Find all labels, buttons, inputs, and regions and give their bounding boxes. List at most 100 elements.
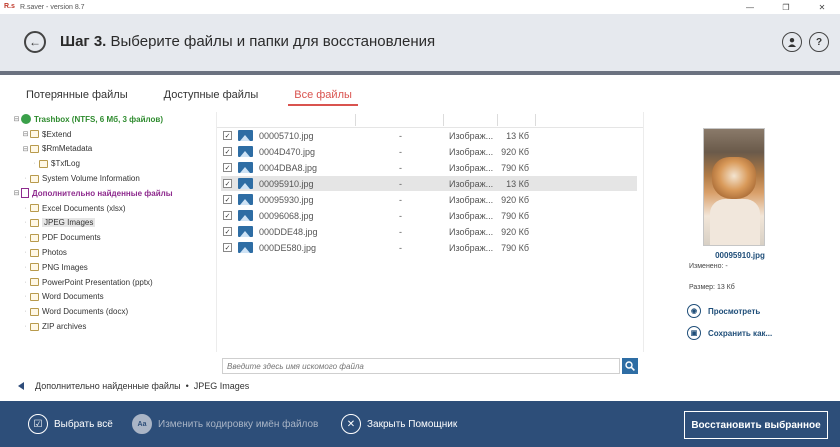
tab-available-files[interactable]: Доступные файлы (158, 84, 265, 106)
image-file-icon (238, 146, 253, 157)
tab-lost-files[interactable]: Потерянные файлы (20, 84, 134, 106)
column-divider[interactable] (497, 114, 498, 126)
save-as-button[interactable]: ▣ Сохранить как... (687, 326, 772, 340)
close-wizard-button[interactable]: ✕ Закрыть Помощник (341, 414, 457, 434)
breadcrumb-back-icon[interactable] (18, 382, 24, 390)
file-checkbox[interactable]: ✓ (223, 147, 232, 156)
preview-size: Размер: 13 Кб (689, 284, 735, 291)
file-name: 00005710.jpg (259, 130, 314, 141)
file-list-header (217, 112, 643, 128)
tree-item-found-category[interactable]: · Word Documents (docx) (12, 304, 212, 319)
file-name: 00095930.jpg (259, 194, 314, 205)
file-filter-tabs: Потерянные файлы Доступные файлы Все фай… (20, 84, 382, 106)
file-row[interactable]: ✓ 00095930.jpg - Изображ... 920 Кб (221, 192, 637, 207)
tree-item-found-category[interactable]: · ZIP archives (12, 319, 212, 334)
file-row[interactable]: ✓ 00005710.jpg - Изображ... 13 Кб (221, 128, 637, 143)
tree-item-found-category[interactable]: · Excel Documents (xlsx) (12, 201, 212, 216)
tab-all-files[interactable]: Все файлы (288, 84, 358, 106)
search-input[interactable] (222, 358, 620, 374)
folder-icon (39, 159, 48, 168)
collapse-icon[interactable]: ⊟ (21, 130, 30, 138)
select-all-icon: ☑ (28, 414, 48, 434)
file-checkbox[interactable]: ✓ (223, 227, 232, 236)
column-divider[interactable] (355, 114, 356, 126)
file-checkbox[interactable]: ✓ (223, 179, 232, 188)
wizard-header: ← Шаг 3. Выберите файлы и папки для восс… (0, 14, 840, 71)
tree-item-label: PDF Documents (42, 233, 101, 243)
file-row[interactable]: ✓ 00095910.jpg - Изображ... 13 Кб (221, 176, 637, 191)
file-checkbox[interactable]: ✓ (223, 163, 232, 172)
change-encoding-button[interactable]: Aa Изменить кодировку имён файлов (132, 414, 318, 434)
user-icon[interactable] (782, 32, 802, 52)
tree-item-trashbox[interactable]: ⊟ Trashbox (NTFS, 6 Мб, 3 файлов) (12, 112, 212, 127)
breadcrumb-current: JPEG Images (193, 381, 250, 391)
file-name: 0004D470.jpg (259, 146, 316, 157)
title-bar: R.s R.saver - version 8.7 — ❐ ✕ (0, 0, 840, 14)
breadcrumb-parent[interactable]: Дополнительно найденные файлы (35, 381, 181, 391)
select-all-label: Выбрать всё (54, 418, 113, 430)
column-divider[interactable] (443, 114, 444, 126)
file-date: - (399, 162, 402, 173)
file-row[interactable]: ✓ 0004D470.jpg - Изображ... 920 Кб (221, 144, 637, 159)
back-button[interactable]: ← (24, 31, 46, 53)
file-row[interactable]: ✓ 000DDE48.jpg - Изображ... 920 Кб (221, 224, 637, 239)
help-icon[interactable]: ? (809, 32, 829, 52)
search-button[interactable] (622, 358, 638, 374)
close-button[interactable]: ✕ (804, 0, 840, 14)
collapse-icon[interactable]: ⊟ (21, 145, 30, 153)
file-row[interactable]: ✓ 000DE580.jpg - Изображ... 790 Кб (221, 240, 637, 255)
folder-icon (30, 278, 39, 287)
file-row[interactable]: ✓ 00096068.jpg - Изображ... 790 Кб (221, 208, 637, 223)
tree-connector: · (24, 293, 27, 301)
file-checkbox[interactable]: ✓ (223, 243, 232, 252)
tree-item-found-category[interactable]: · Photos (12, 245, 212, 260)
tree-item-found-files[interactable]: ⊟ Дополнительно найденные файлы (12, 186, 212, 201)
search-icon (625, 361, 635, 371)
tree-item-label: $Extend (42, 129, 72, 139)
restore-selected-button[interactable]: Восстановить выбранное (684, 411, 828, 439)
breadcrumb-separator: • (185, 381, 189, 391)
view-label: Просмотреть (708, 306, 761, 316)
tree-item-label: Excel Documents (xlsx) (42, 203, 126, 213)
tree-item-rmmetadata[interactable]: ⊟ $RmMetadata (12, 142, 212, 157)
file-checkbox[interactable]: ✓ (223, 211, 232, 220)
tree-item-label: $RmMetadata (42, 144, 93, 154)
file-type: Изображ... (449, 242, 494, 253)
tree-item-found-category[interactable]: · PNG Images (12, 260, 212, 275)
tree-connector: · (24, 323, 27, 331)
file-name: 000DE580.jpg (259, 242, 317, 253)
file-size: 13 Кб (506, 130, 529, 141)
file-checkbox[interactable]: ✓ (223, 195, 232, 204)
image-file-icon (238, 178, 253, 189)
folder-icon (30, 248, 39, 257)
maximize-button[interactable]: ❐ (768, 0, 804, 14)
minimize-button[interactable]: — (732, 0, 768, 14)
tree-item-txflog[interactable]: · $TxfLog (12, 156, 212, 171)
file-type: Изображ... (449, 210, 494, 221)
view-button[interactable]: ◉ Просмотреть (687, 304, 760, 318)
tree-item-found-category[interactable]: · Word Documents (12, 290, 212, 305)
tree-item-extend[interactable]: ⊟ $Extend (12, 127, 212, 142)
folder-icon (30, 292, 39, 301)
column-divider[interactable] (535, 114, 536, 126)
tree-item-label: PowerPoint Presentation (pptx) (42, 277, 153, 287)
tree-item-system-volume-information[interactable]: · System Volume Information (12, 171, 212, 186)
file-checkbox[interactable]: ✓ (223, 131, 232, 140)
file-date: - (399, 146, 402, 157)
file-size: 13 Кб (506, 178, 529, 189)
step-progress-fill (0, 71, 840, 75)
tree-item-found-category[interactable]: · PowerPoint Presentation (pptx) (12, 275, 212, 290)
collapse-icon[interactable]: ⊟ (12, 115, 21, 123)
tree-item-label: ZIP archives (42, 322, 87, 332)
tree-item-found-category[interactable]: · JPEG Images (12, 216, 212, 231)
select-all-button[interactable]: ☑ Выбрать всё (28, 414, 113, 434)
tree-item-found-category[interactable]: · PDF Documents (12, 230, 212, 245)
tree-item-label: Word Documents (42, 292, 104, 302)
file-type: Изображ... (449, 162, 494, 173)
collapse-icon[interactable]: ⊟ (12, 189, 21, 197)
file-date: - (399, 226, 402, 237)
tree-connector: · (24, 204, 27, 212)
preview-thumbnail[interactable] (703, 128, 765, 246)
file-row[interactable]: ✓ 0004DBA8.jpg - Изображ... 790 Кб (221, 160, 637, 175)
eye-icon: ◉ (687, 304, 701, 318)
